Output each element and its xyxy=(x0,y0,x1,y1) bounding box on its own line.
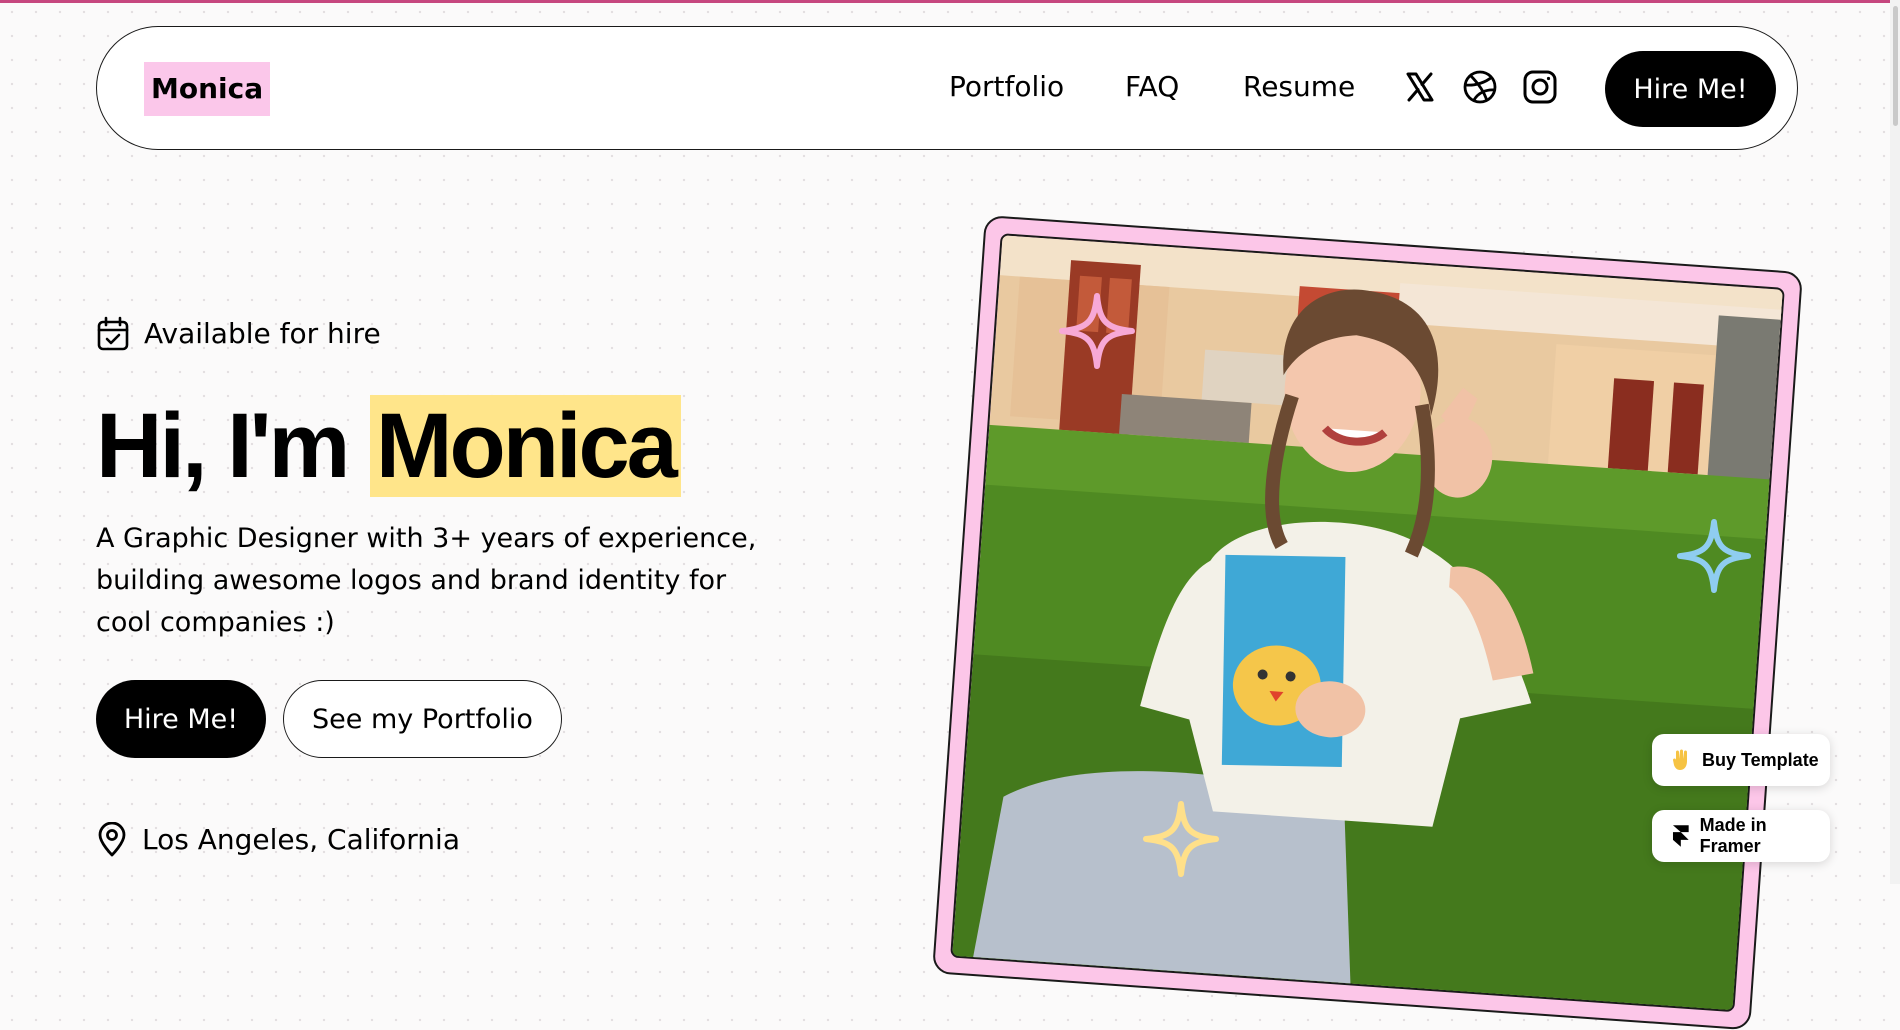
made-in-framer-button[interactable]: Made in Framer xyxy=(1652,810,1830,862)
buy-template-button[interactable]: Buy Template xyxy=(1652,734,1830,786)
location: Los Angeles, California xyxy=(96,820,460,860)
nav-link-resume[interactable]: Resume xyxy=(1243,67,1355,107)
logo[interactable]: Monica xyxy=(144,62,271,116)
framer-logo-icon xyxy=(1672,825,1689,847)
see-portfolio-button[interactable]: See my Portfolio xyxy=(283,680,562,758)
sparkle-pink-icon xyxy=(1059,293,1135,369)
headline-name: Monica xyxy=(369,395,681,497)
buy-template-label: Buy Template xyxy=(1702,749,1819,770)
availability-text: Available for hire xyxy=(144,317,381,350)
hero-headline: Hi, I'm Monica xyxy=(96,395,681,497)
page-scrollbar[interactable] xyxy=(1890,0,1900,884)
calendar-check-icon xyxy=(97,316,129,351)
location-text: Los Angeles, California xyxy=(142,823,460,856)
x-twitter-icon[interactable] xyxy=(1400,67,1440,107)
top-accent-line xyxy=(0,0,1900,3)
scrollbar-thumb[interactable] xyxy=(1893,6,1898,126)
nav-hire-button[interactable]: Hire Me! xyxy=(1605,51,1776,127)
nav-link-faq[interactable]: FAQ xyxy=(1125,67,1179,107)
location-pin-icon xyxy=(98,822,126,857)
headline-greeting: Hi, I'm xyxy=(96,395,370,497)
made-in-framer-label: Made in Framer xyxy=(1699,815,1767,856)
top-nav-bar: Monica Portfolio FAQ Resume Hire Me! xyxy=(96,26,1798,150)
hero-hire-button[interactable]: Hire Me! xyxy=(96,680,266,758)
sparkle-yellow-icon xyxy=(1143,801,1219,877)
hand-icon xyxy=(1673,749,1687,770)
nav-link-portfolio[interactable]: Portfolio xyxy=(949,67,1064,107)
sparkle-blue-icon xyxy=(1676,518,1752,594)
dribbble-icon[interactable] xyxy=(1460,67,1500,107)
instagram-icon[interactable] xyxy=(1520,67,1560,107)
hero-description: A Graphic Designer with 3+ years of expe… xyxy=(96,523,757,638)
availability-status: Available for hire xyxy=(96,314,381,354)
